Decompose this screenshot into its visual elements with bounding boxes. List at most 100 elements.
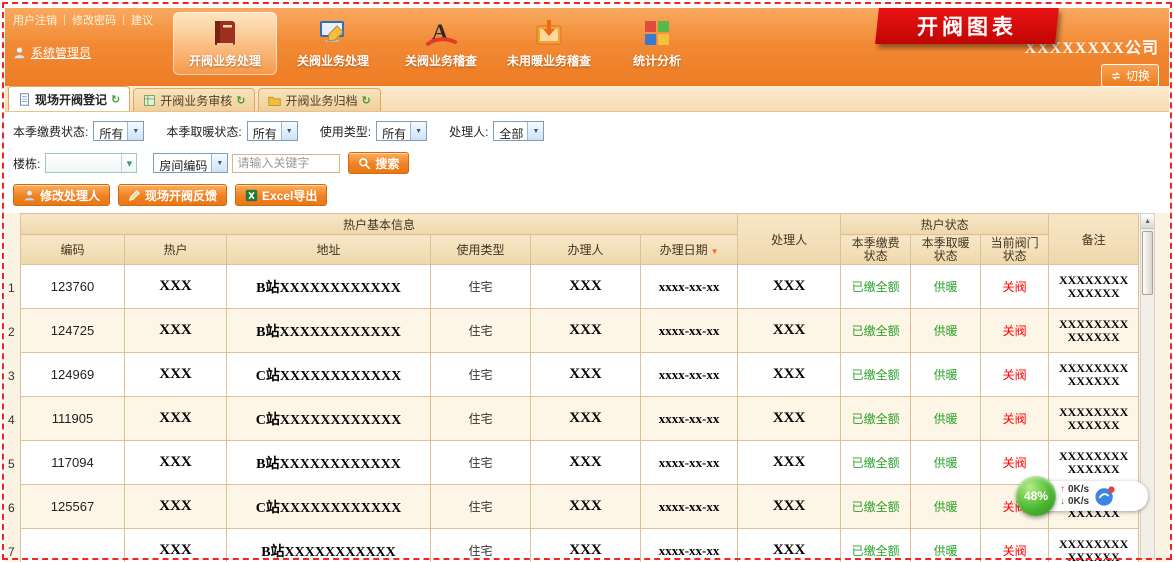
cell-address: C站XXXXXXXXXXXX xyxy=(227,397,431,441)
cell-use-type: 住宅 xyxy=(431,485,531,529)
col-header-date[interactable]: 办理日期 xyxy=(641,235,738,265)
nav-close-valve-inspection[interactable]: A 关阀业务稽查 xyxy=(389,12,493,75)
cell-agent: XXX xyxy=(531,485,641,529)
col-header-remark: 备注 xyxy=(1049,214,1139,265)
suggestion-link[interactable]: 建议 xyxy=(131,12,153,28)
button-label: 修改处理人 xyxy=(40,187,100,204)
cell-agent: XXX xyxy=(531,309,641,353)
tab-refresh-icon[interactable] xyxy=(361,93,370,107)
modify-handler-button[interactable]: 修改处理人 xyxy=(13,184,110,206)
excel-export-button[interactable]: Excel导出 xyxy=(235,184,327,206)
tab-open-valve-audit[interactable]: 开阀业务审核 xyxy=(133,88,255,111)
search-icon xyxy=(358,157,371,170)
download-overlay-widget[interactable]: 0K/s 0K/s 48% xyxy=(1016,476,1150,516)
search-button[interactable]: 搜索 xyxy=(348,152,409,174)
cell-household: XXX xyxy=(125,309,227,353)
button-label: 现场开阀反馈 xyxy=(145,187,217,204)
building-label: 楼栋: xyxy=(13,155,40,172)
use-type-label: 使用类型: xyxy=(320,123,371,140)
cell-date: xxxx-xx-xx xyxy=(641,529,738,562)
cell-heat: 供暖 xyxy=(911,353,981,397)
handler-select[interactable]: 全部 xyxy=(493,121,544,141)
download-arrow-icon xyxy=(1060,496,1065,508)
col-header-heat-status: 本季取暖 状态 xyxy=(911,235,981,265)
cell-date: xxxx-xx-xx xyxy=(641,485,738,529)
row-index: 1 xyxy=(5,266,20,310)
cell-date: xxxx-xx-xx xyxy=(641,353,738,397)
switch-label: 切换 xyxy=(1126,67,1150,84)
row-index: 4 xyxy=(5,398,20,442)
use-type-value: 所有 xyxy=(377,122,410,140)
cell-handler: XXX xyxy=(738,397,841,441)
cell-handler: XXX xyxy=(738,485,841,529)
user-icon xyxy=(13,46,26,59)
tab-refresh-icon[interactable] xyxy=(236,93,245,107)
table-row: 123760XXXB站XXXXXXXXXXXX住宅XXXxxxx-xx-xxXX… xyxy=(21,265,1139,309)
row-number-gutter: 1234567 xyxy=(5,213,20,562)
cell-remark: XXXXXXXX XXXXXX xyxy=(1049,529,1139,562)
cell-code: 124725 xyxy=(21,309,125,353)
tab-refresh-icon[interactable] xyxy=(111,92,120,106)
chevron-down-icon xyxy=(281,122,297,140)
action-button-row: 修改处理人 现场开阀反馈 Excel导出 xyxy=(13,179,1161,211)
table-row: 124725XXXB站XXXXXXXXXXXX住宅XXXxxxx-xx-xxXX… xyxy=(21,309,1139,353)
nav-no-heating-inspection[interactable]: 未用暖业务稽查 xyxy=(497,12,601,75)
cell-date: xxxx-xx-xx xyxy=(641,265,738,309)
chevron-down-icon xyxy=(127,122,143,140)
cell-valve: 关阀 xyxy=(981,397,1049,441)
current-user-link[interactable]: 系统管理员 xyxy=(31,44,91,61)
building-select[interactable] xyxy=(45,153,137,173)
cell-remark: XXXXXXXX XXXXXX xyxy=(1049,353,1139,397)
pay-status-select[interactable]: 所有 xyxy=(93,121,144,141)
scroll-thumb[interactable] xyxy=(1142,231,1153,295)
download-speed: 0K/s xyxy=(1068,496,1089,508)
progress-ball[interactable]: 48% xyxy=(1016,476,1056,516)
user-row: 系统管理员 xyxy=(13,44,173,61)
col-header-household: 热户 xyxy=(125,235,227,265)
heat-status-select[interactable]: 所有 xyxy=(247,121,298,141)
col-header-use-type: 使用类型 xyxy=(431,235,531,265)
font-brush-icon: A xyxy=(425,17,457,49)
cell-pay: 已缴全额 xyxy=(841,441,911,485)
cell-use-type: 住宅 xyxy=(431,441,531,485)
use-type-select[interactable]: 所有 xyxy=(376,121,427,141)
table-row: 124969XXXC站XXXXXXXXXXXX住宅XXXxxxx-xx-xxXX… xyxy=(21,353,1139,397)
keyword-input[interactable] xyxy=(232,154,340,173)
heat-status-label: 本季取暖状态: xyxy=(166,123,241,140)
nav-close-valve-processing[interactable]: 关阀业务处理 xyxy=(281,12,385,75)
excel-icon xyxy=(245,189,258,202)
tab-label: 开阀业务归档 xyxy=(285,92,357,109)
upload-speed: 0K/s xyxy=(1068,484,1089,496)
cell-pay: 已缴全额 xyxy=(841,397,911,441)
site-feedback-button[interactable]: 现场开阀反馈 xyxy=(118,184,227,206)
sort-desc-icon xyxy=(708,243,719,257)
tab-label: 现场开阀登记 xyxy=(35,91,107,108)
chevron-down-icon xyxy=(527,122,543,140)
nav-label: 关阀业务处理 xyxy=(297,52,369,69)
upload-arrow-icon xyxy=(1060,484,1065,496)
cell-date: xxxx-xx-xx xyxy=(641,441,738,485)
col-header-pay-status: 本季缴费 状态 xyxy=(841,235,911,265)
cell-code: 124969 xyxy=(21,353,125,397)
nav-open-valve-processing[interactable]: 开阀业务处理 xyxy=(173,12,277,75)
change-password-link[interactable]: 修改密码 xyxy=(72,12,116,28)
switch-icon xyxy=(1110,70,1122,82)
cell-heat: 供暖 xyxy=(911,309,981,353)
assistant-ball-icon[interactable] xyxy=(1094,485,1116,507)
tab-open-valve-archive[interactable]: 开阀业务归档 xyxy=(258,88,380,111)
filter-row-status: 本季缴费状态: 所有 本季取暖状态: 所有 使用类型: xyxy=(13,115,1161,147)
cell-pay: 已缴全额 xyxy=(841,353,911,397)
row-index: 3 xyxy=(5,354,20,398)
scroll-up-button[interactable] xyxy=(1141,214,1154,229)
group-header-status: 热户状态 xyxy=(841,214,1049,235)
cell-heat: 供暖 xyxy=(911,441,981,485)
table-row: 117094XXXB站XXXXXXXXXXXX住宅XXXxxxx-xx-xxXX… xyxy=(21,441,1139,485)
cell-code: 125567 xyxy=(21,485,125,529)
cell-household: XXX xyxy=(125,265,227,309)
nav-statistics-analysis[interactable]: 统计分析 xyxy=(605,12,709,75)
tab-onsite-open-valve-register[interactable]: 现场开阀登记 xyxy=(8,86,130,111)
cell-address: C站XXXXXXXXXXXX xyxy=(227,353,431,397)
switch-button[interactable]: 切换 xyxy=(1101,64,1159,87)
search-field-select[interactable]: 房间编码 xyxy=(153,153,228,173)
logout-link[interactable]: 用户注销 xyxy=(13,12,57,28)
